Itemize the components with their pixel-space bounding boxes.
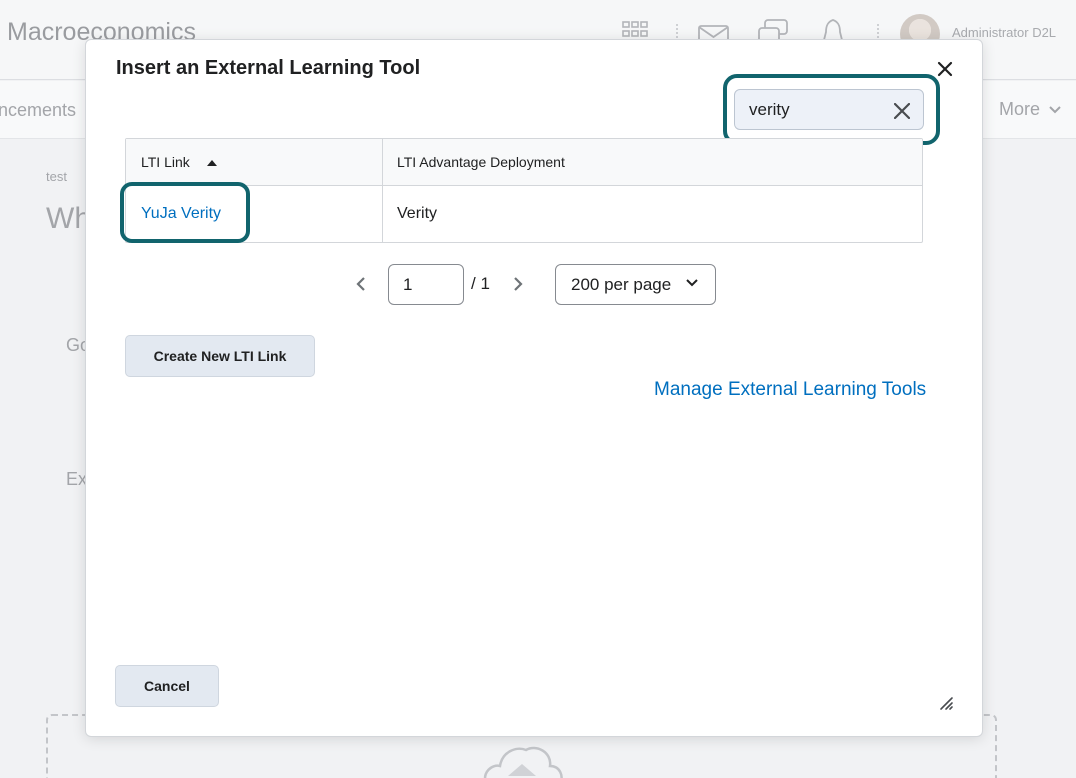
dialog-title: Insert an External Learning Tool — [116, 57, 421, 79]
per-page-select[interactable]: 200 per page — [555, 264, 716, 305]
nav-more-label: More — [999, 99, 1041, 119]
per-page-value: 200 per page — [571, 275, 672, 294]
insert-external-tool-dialog: Insert an External Learning Tool LTI Lin… — [85, 39, 983, 737]
upload-cloud-icon — [483, 746, 563, 778]
table-header: LTI Link LTI Advantage Deployment — [126, 139, 922, 186]
close-button[interactable] — [934, 58, 956, 80]
breadcrumb[interactable]: test — [46, 169, 67, 184]
row-highlight — [120, 182, 250, 243]
page-number-input[interactable] — [388, 264, 464, 305]
column-divider — [382, 139, 383, 242]
nav-item-announcements[interactable]: ncements — [0, 100, 76, 121]
search-input[interactable] — [749, 99, 889, 121]
clear-search-icon — [894, 103, 910, 119]
chevron-right-icon — [514, 277, 523, 291]
search-field — [734, 89, 924, 130]
create-lti-link-button[interactable]: Create New LTI Link — [125, 335, 315, 377]
close-icon — [937, 61, 953, 77]
nav-more-menu[interactable]: More — [999, 99, 1061, 120]
cancel-button[interactable]: Cancel — [115, 665, 219, 707]
next-page-button[interactable] — [511, 276, 525, 297]
column-header-lti-link[interactable]: LTI Link — [141, 154, 190, 170]
user-name[interactable]: Administrator D2L — [952, 25, 1056, 40]
manage-external-tools-link[interactable]: Manage External Learning Tools — [654, 379, 926, 401]
sort-ascending-icon[interactable] — [206, 159, 218, 167]
table-row-deployment: Verity — [397, 205, 438, 222]
page-total: / 1 — [471, 274, 490, 293]
chevron-down-icon — [686, 279, 698, 287]
section-label: Ex — [66, 469, 88, 489]
chevron-left-icon — [356, 277, 365, 291]
clear-search-button[interactable] — [891, 100, 913, 122]
previous-page-button[interactable] — [354, 276, 368, 297]
resize-grip-icon[interactable] — [938, 695, 954, 711]
chevron-down-icon — [1049, 106, 1061, 114]
column-header-deployment: LTI Advantage Deployment — [397, 154, 565, 170]
